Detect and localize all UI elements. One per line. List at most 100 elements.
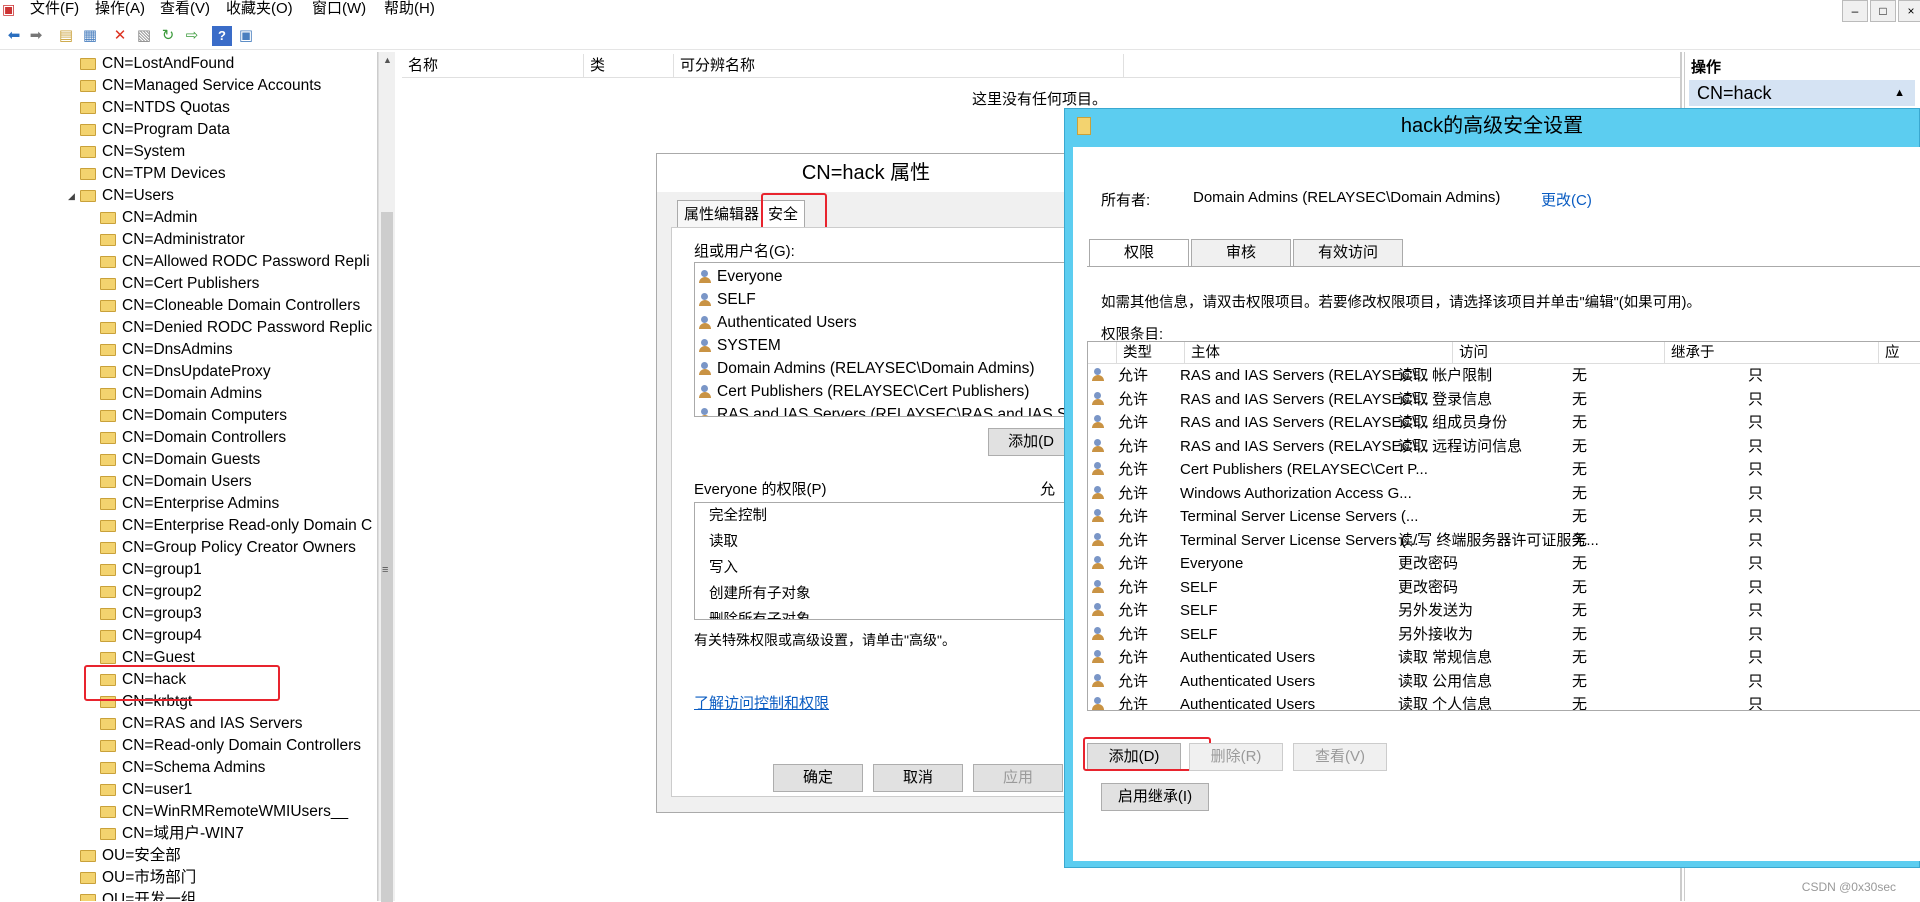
refresh-icon[interactable]: ↻ — [158, 26, 178, 46]
tree-item[interactable]: CN=Admin — [100, 207, 197, 229]
tree-scrollbar[interactable]: ▲ ≡ — [378, 52, 396, 902]
tab-permissions[interactable]: 权限 — [1089, 239, 1189, 267]
tree-item[interactable]: CN=group1 — [100, 559, 202, 581]
back-icon[interactable]: ⬅ — [4, 26, 24, 46]
tree-item[interactable]: CN=System — [80, 141, 185, 163]
tree-item[interactable]: OU=安全部 — [80, 845, 181, 867]
tree-item[interactable]: CN=Domain Controllers — [100, 427, 286, 449]
menu-favorites[interactable]: 收藏夹(O) — [226, 0, 293, 18]
tree-item[interactable]: CN=group3 — [100, 603, 202, 625]
tree-item[interactable]: CN=RAS and IAS Servers — [100, 713, 302, 735]
tree-item[interactable]: CN=Domain Admins — [100, 383, 262, 405]
principal-item[interactable]: Domain Admins (RELAYSEC\Domain Admins) — [699, 357, 1035, 380]
principal-item[interactable]: RAS and IAS Servers (RELAYSEC\RAS and IA… — [699, 403, 1073, 416]
tree-item[interactable]: CN=Enterprise Read-only Domain C — [100, 515, 372, 537]
col-principal[interactable]: 主体 — [1184, 342, 1452, 364]
table-row[interactable]: 允许 Authenticated Users 读取 公用信息无只 — [1088, 670, 1920, 693]
principal-list[interactable]: Everyone SELF Authenticated Users SYSTEM Dom… — [694, 262, 1074, 417]
tree-item[interactable]: CN=Domain Computers — [100, 405, 287, 427]
tree-item[interactable]: CN=Cloneable Domain Controllers — [100, 295, 360, 317]
console-icon[interactable]: ▣ — [236, 26, 256, 46]
minimize-button[interactable]: – — [1842, 0, 1868, 22]
menu-window[interactable]: 窗口(W) — [312, 0, 366, 18]
tree-item[interactable]: CN=Read-only Domain Controllers — [100, 735, 361, 757]
tree-item[interactable]: CN=Allowed RODC Password Repli — [100, 251, 370, 273]
table-row[interactable]: 允许 RAS and IAS Servers (RELAYSEC\... 读取 帐户… — [1088, 364, 1920, 387]
table-row[interactable]: 允许 RAS and IAS Servers (RELAYSEC\... 读取 远程… — [1088, 435, 1920, 458]
tree-item[interactable]: CN=DnsAdmins — [100, 339, 233, 361]
table-row[interactable]: 允许 SELF 更改密码无只 — [1088, 576, 1920, 599]
actions-item-selected[interactable]: CN=hack ▲ — [1689, 80, 1915, 106]
table-row[interactable]: 允许 Cert Publishers (RELAYSEC\Cert P... 无只 — [1088, 458, 1920, 481]
expand-icon[interactable]: ◢ — [68, 191, 75, 202]
table-row[interactable]: 允许 Everyone 更改密码无只 — [1088, 552, 1920, 575]
delete-icon[interactable]: ✕ — [110, 26, 130, 46]
tree-item[interactable]: OU=开发一组 — [80, 889, 196, 901]
learn-more-link[interactable]: 了解访问控制和权限 — [694, 692, 829, 713]
tree-item[interactable]: CN=域用户-WIN7 — [100, 823, 244, 845]
col-access[interactable]: 访问 — [1452, 342, 1664, 364]
permission-list[interactable]: 完全控制读取写入创建所有子对象删除所有子对象更改密码 — [694, 502, 1074, 620]
tree-item[interactable]: CN=DnsUpdateProxy — [100, 361, 271, 383]
up-folder-icon[interactable]: ▤ — [56, 26, 76, 46]
tab-attribute-editor[interactable]: 属性编辑器 — [677, 200, 767, 228]
tree-item[interactable]: CN=Administrator — [100, 229, 245, 251]
menu-help[interactable]: 帮助(H) — [384, 0, 435, 18]
principal-item[interactable]: Everyone — [699, 265, 782, 288]
help-icon[interactable]: ? — [212, 26, 232, 46]
table-row[interactable]: 允许 Terminal Server License Servers (... 读/… — [1088, 529, 1920, 552]
column-dn[interactable]: 可分辨名称 — [674, 54, 1124, 78]
tree-item[interactable]: CN=user1 — [100, 779, 192, 801]
tree-item[interactable]: CN=LostAndFound — [80, 53, 234, 75]
table-row[interactable]: 允许 RAS and IAS Servers (RELAYSEC\... 读取 登录… — [1088, 388, 1920, 411]
table-row[interactable]: 允许 RAS and IAS Servers (RELAYSEC\... 读取 组成… — [1088, 411, 1920, 434]
remove-entry-button[interactable]: 删除(R) — [1189, 743, 1283, 771]
table-row[interactable]: 允许 Authenticated Users 读取 常规信息无只 — [1088, 646, 1920, 669]
tree-item[interactable]: CN=WinRMRemoteWMIUsers__ — [100, 801, 348, 823]
column-name[interactable]: 名称 — [402, 54, 584, 78]
col-inherited-from[interactable]: 继承于 — [1664, 342, 1878, 364]
principal-item[interactable]: Authenticated Users — [699, 311, 857, 334]
properties-icon[interactable]: ▧ — [134, 26, 154, 46]
menu-action[interactable]: 操作(A) — [95, 0, 145, 18]
tree-item[interactable]: CN=group4 — [100, 625, 202, 647]
tree-item[interactable]: CN=Managed Service Accounts — [80, 75, 321, 97]
principal-item[interactable]: SELF — [699, 288, 756, 311]
col-type[interactable]: 类型 — [1116, 342, 1184, 364]
table-row[interactable]: 允许 SELF 另外发送为无只 — [1088, 599, 1920, 622]
menu-file[interactable]: 文件(F) — [30, 0, 79, 18]
scroll-thumb[interactable] — [381, 212, 393, 902]
enable-inheritance-button[interactable]: 启用继承(I) — [1101, 783, 1209, 811]
tree-item[interactable]: CN=Denied RODC Password Replic — [100, 317, 372, 339]
table-row[interactable]: 允许 Authenticated Users 读取 个人信息无只 — [1088, 693, 1920, 710]
table-row[interactable]: 允许 Windows Authorization Access G... 无只 — [1088, 482, 1920, 505]
close-button[interactable]: × — [1898, 0, 1920, 22]
table-row[interactable]: 允许 SELF 另外接收为无只 — [1088, 623, 1920, 646]
col-applies-to[interactable]: 应 — [1878, 342, 1920, 364]
tree-item[interactable]: CN=NTDS Quotas — [80, 97, 230, 119]
tree-item[interactable]: CN=TPM Devices — [80, 163, 226, 185]
tab-auditing[interactable]: 审核 — [1191, 239, 1291, 267]
principal-item[interactable]: Cert Publishers (RELAYSEC\Cert Publisher… — [699, 380, 1029, 403]
add-principal-button[interactable]: 添加(D — [988, 428, 1074, 456]
scroll-up-icon[interactable]: ▲ — [379, 52, 396, 69]
tree-item[interactable]: CN=Domain Users — [100, 471, 252, 493]
change-owner-link[interactable]: 更改(C) — [1541, 189, 1592, 210]
column-class[interactable]: 类 — [584, 54, 674, 78]
show-tree-icon[interactable]: ▦ — [80, 26, 100, 46]
permission-entries-table[interactable]: 类型 主体 访问 继承于 应 允许 RAS and IAS Servers (RE… — [1087, 341, 1920, 711]
tree-item[interactable]: CN=Enterprise Admins — [100, 493, 279, 515]
view-entry-button[interactable]: 查看(V) — [1293, 743, 1387, 771]
table-row[interactable]: 允许 Terminal Server License Servers (... 无只 — [1088, 505, 1920, 528]
cancel-button[interactable]: 取消 — [873, 764, 963, 792]
principal-item[interactable]: SYSTEM — [699, 334, 781, 357]
tree-item[interactable]: CN=Program Data — [80, 119, 230, 141]
maximize-button[interactable]: □ — [1870, 0, 1896, 22]
apply-button[interactable]: 应用 — [973, 764, 1063, 792]
tree-item[interactable]: CN=group2 — [100, 581, 202, 603]
menu-view[interactable]: 查看(V) — [160, 0, 210, 18]
tree-item[interactable]: CN=Schema Admins — [100, 757, 265, 779]
export-icon[interactable]: ⇨ — [182, 26, 202, 46]
tree-item[interactable]: CN=Users — [80, 185, 174, 207]
tree-item[interactable]: CN=Group Policy Creator Owners — [100, 537, 356, 559]
